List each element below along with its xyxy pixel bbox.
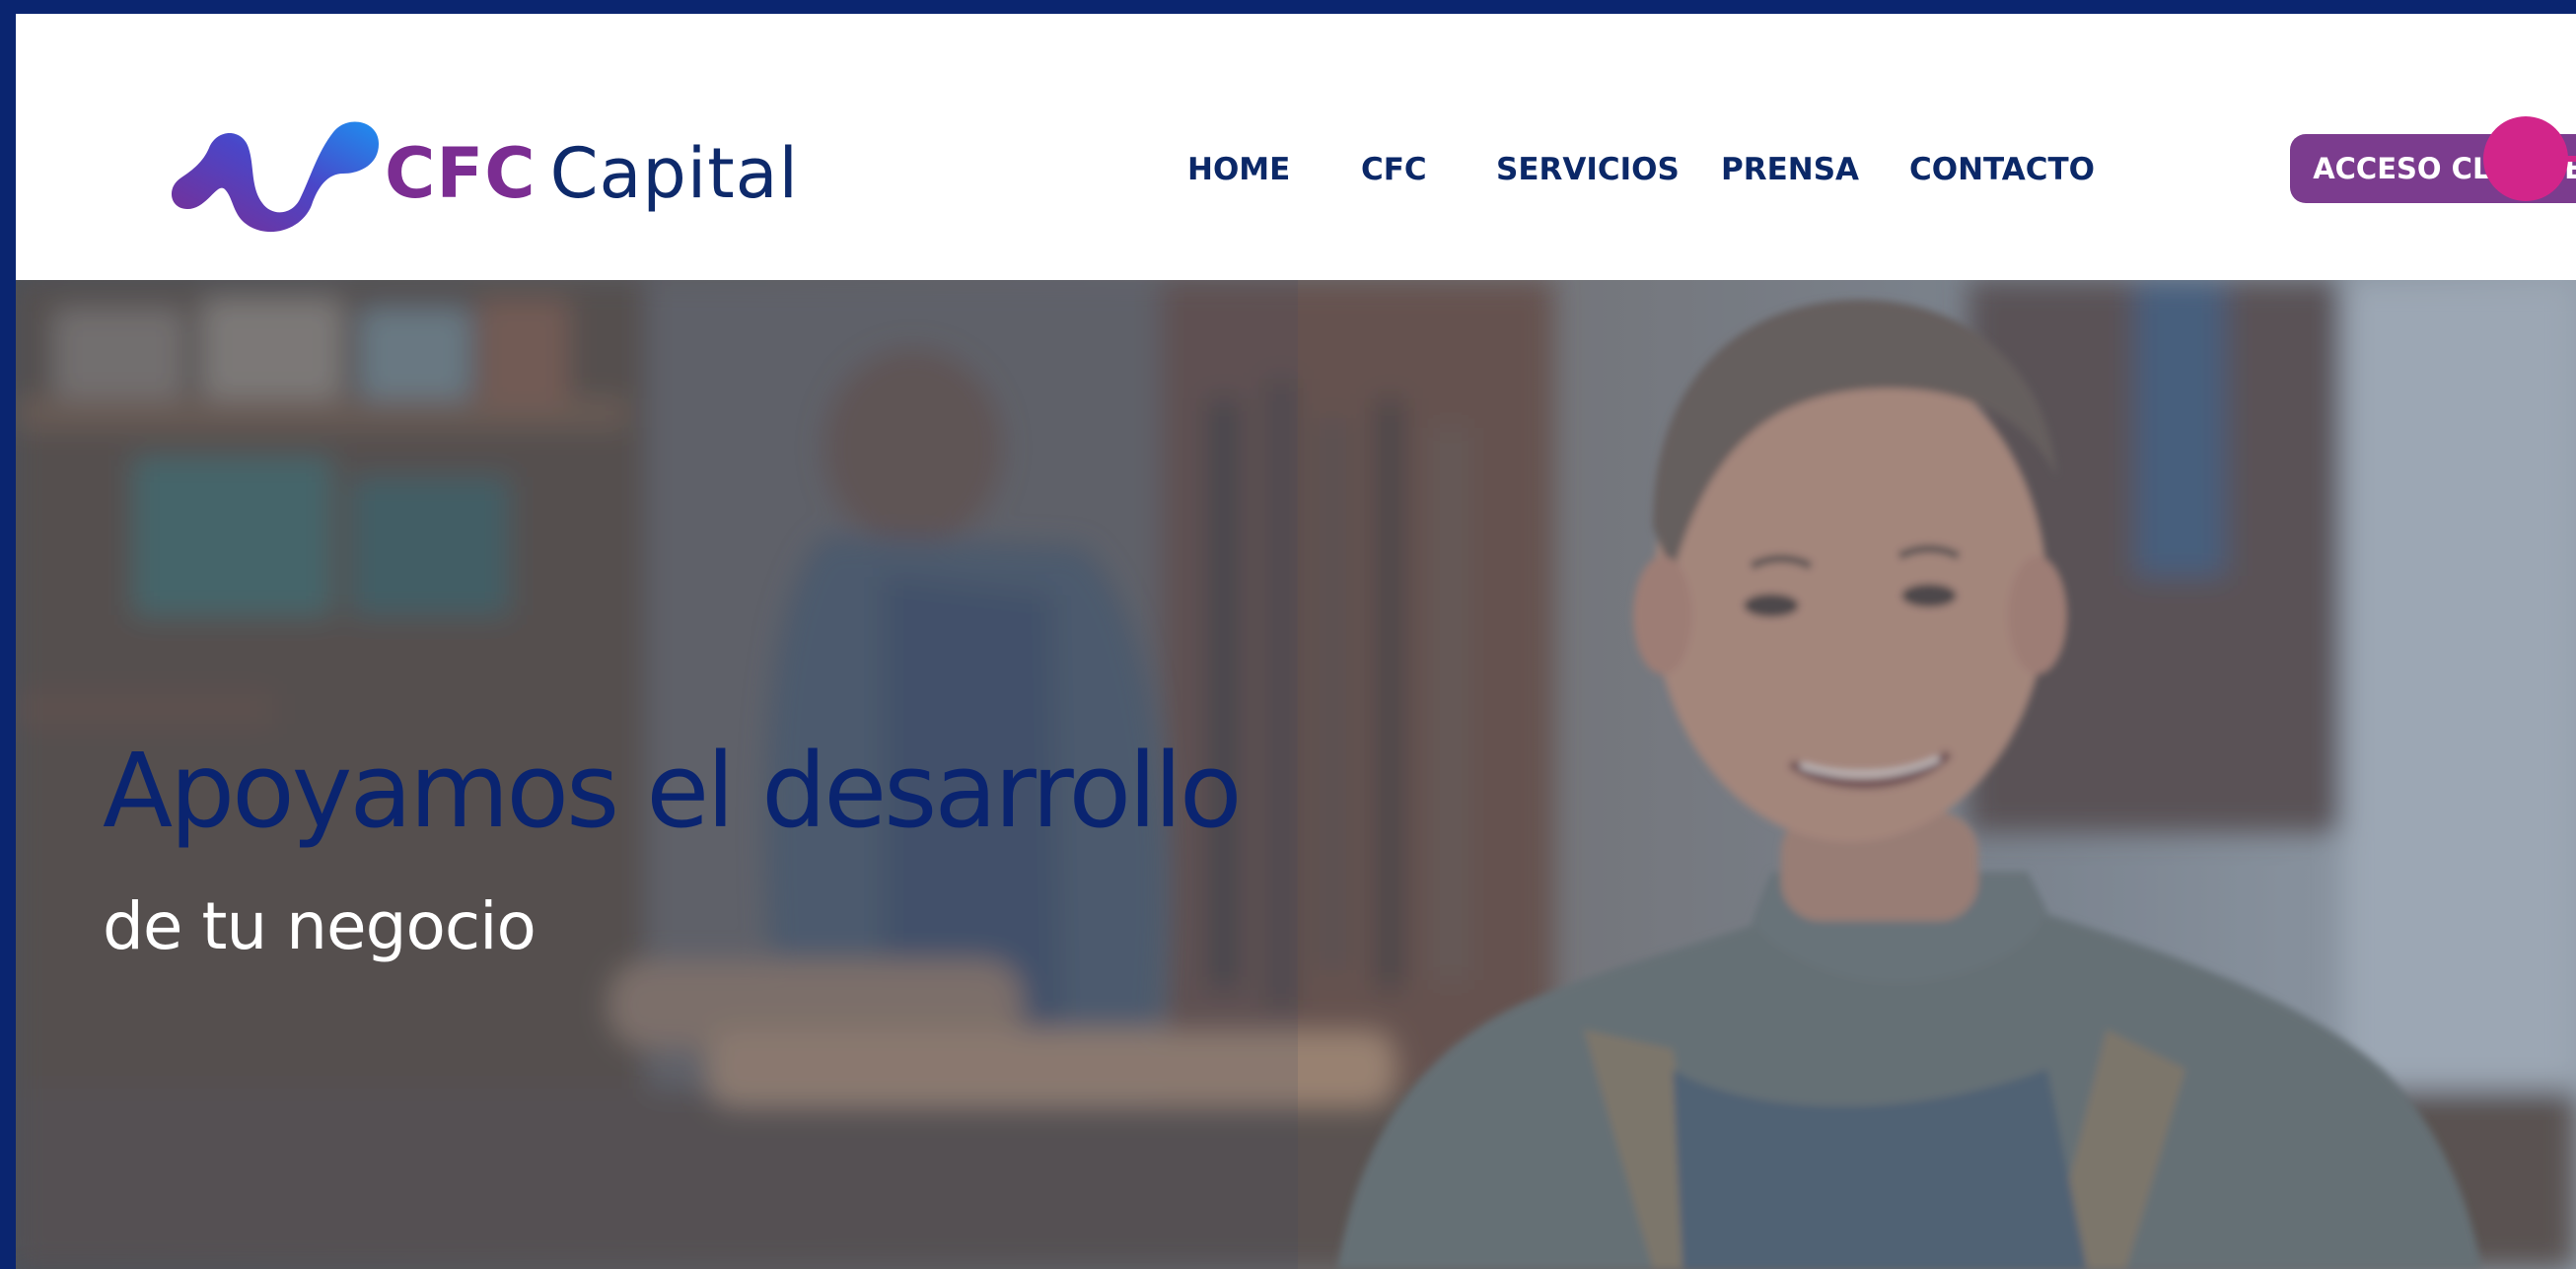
page-frame: CFC Capital HOME CFC SERVICIOS PRENSA CON… bbox=[16, 14, 2576, 1269]
nav-item-contacto[interactable]: CONTACTO bbox=[1909, 134, 2095, 205]
hero-title: Apoyamos el desarrollo bbox=[103, 730, 1243, 851]
nav-item-servicios[interactable]: SERVICIOS bbox=[1496, 134, 1680, 205]
logo-wordmark: CFC Capital bbox=[385, 134, 799, 213]
logo-brand-bold: CFC bbox=[385, 133, 537, 214]
logo-brand-rest: Capital bbox=[549, 133, 800, 214]
pink-dot-toggle-icon[interactable] bbox=[2483, 116, 2576, 201]
nav-item-prensa[interactable]: PRENSA bbox=[1721, 134, 1859, 205]
site-header: CFC Capital HOME CFC SERVICIOS PRENSA CON… bbox=[16, 14, 2576, 280]
hero-banner: Apoyamos el desarrollo de tu negocio bbox=[16, 280, 2576, 1269]
dot-toggle-tail bbox=[2542, 156, 2576, 162]
cfc-wave-logo-icon bbox=[171, 121, 379, 233]
nav-item-home[interactable]: HOME bbox=[1187, 134, 1290, 205]
nav-item-cfc[interactable]: CFC bbox=[1361, 134, 1427, 205]
hero-subtitle: de tu negocio bbox=[103, 888, 537, 964]
